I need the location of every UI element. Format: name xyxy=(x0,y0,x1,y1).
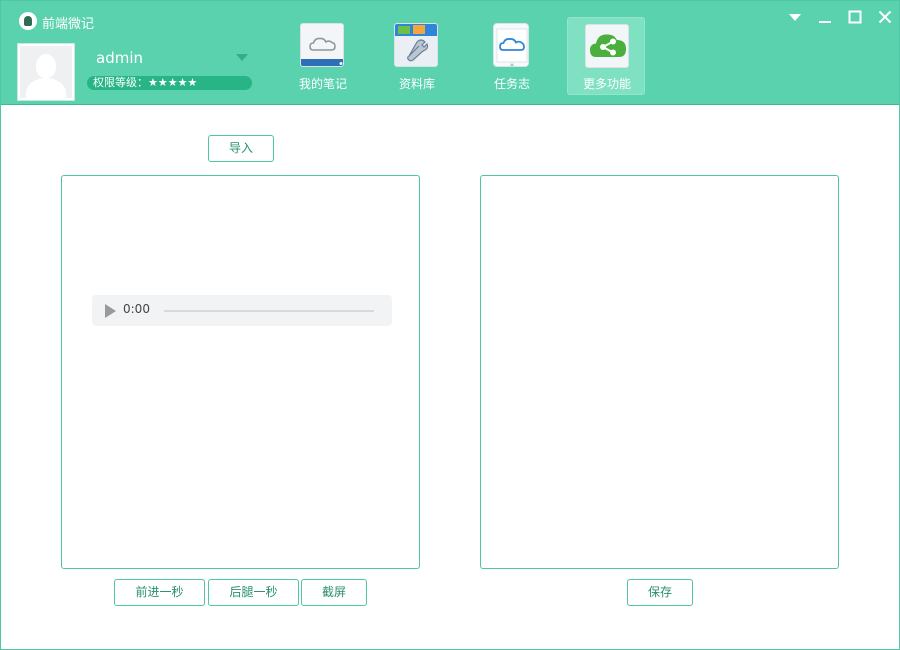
nav-item-library[interactable]: 资料库 xyxy=(378,17,456,95)
nav-item-more[interactable]: 更多功能 xyxy=(567,17,645,95)
app-logo-icon xyxy=(19,12,37,30)
avatar-image xyxy=(20,46,72,98)
play-icon[interactable] xyxy=(105,304,116,318)
maximize-icon[interactable] xyxy=(845,7,865,27)
minimize-icon[interactable] xyxy=(815,7,835,27)
capture-panel xyxy=(480,175,839,569)
chevron-down-icon[interactable] xyxy=(236,54,248,61)
share-icon xyxy=(585,24,629,68)
nav-item-tasks[interactable]: 任务志 xyxy=(473,17,551,95)
tools-library-icon xyxy=(394,23,438,67)
media-panel xyxy=(61,175,420,569)
audio-player[interactable]: 0:00 xyxy=(92,295,392,326)
audio-time: 0:00 xyxy=(123,302,150,316)
permission-level-label: 权限等级：★★★★★ xyxy=(93,76,198,89)
menu-dropdown-icon[interactable] xyxy=(785,7,805,27)
import-button[interactable]: 导入 xyxy=(208,135,274,162)
close-icon[interactable] xyxy=(875,7,895,27)
nav-label-more: 更多功能 xyxy=(582,77,631,91)
avatar[interactable] xyxy=(17,43,75,101)
header-bar: 前端微记 admin 权限等级：★★★★★ 我的笔记 资料库 任务志 更多功能 xyxy=(1,1,899,105)
screenshot-button[interactable]: 截屏 xyxy=(301,579,367,606)
forward-one-second-button[interactable]: 前进一秒 xyxy=(114,579,205,606)
nav-label-tasks: 任务志 xyxy=(493,77,530,91)
cloud-tablet-icon xyxy=(493,23,529,67)
app-title: 前端微记 xyxy=(42,17,95,32)
nav-item-my-notes[interactable]: 我的笔记 xyxy=(284,17,362,95)
nav-label-my-notes: 我的笔记 xyxy=(298,77,347,91)
username: admin xyxy=(96,49,143,67)
app-window: 前端微记 admin 权限等级：★★★★★ 我的笔记 资料库 任务志 更多功能 … xyxy=(0,0,900,650)
back-one-second-button[interactable]: 后腿一秒 xyxy=(208,579,299,606)
audio-progress-track[interactable] xyxy=(164,310,374,312)
cloud-note-icon xyxy=(300,23,344,67)
save-button[interactable]: 保存 xyxy=(627,579,693,606)
nav-label-library: 资料库 xyxy=(398,77,435,91)
